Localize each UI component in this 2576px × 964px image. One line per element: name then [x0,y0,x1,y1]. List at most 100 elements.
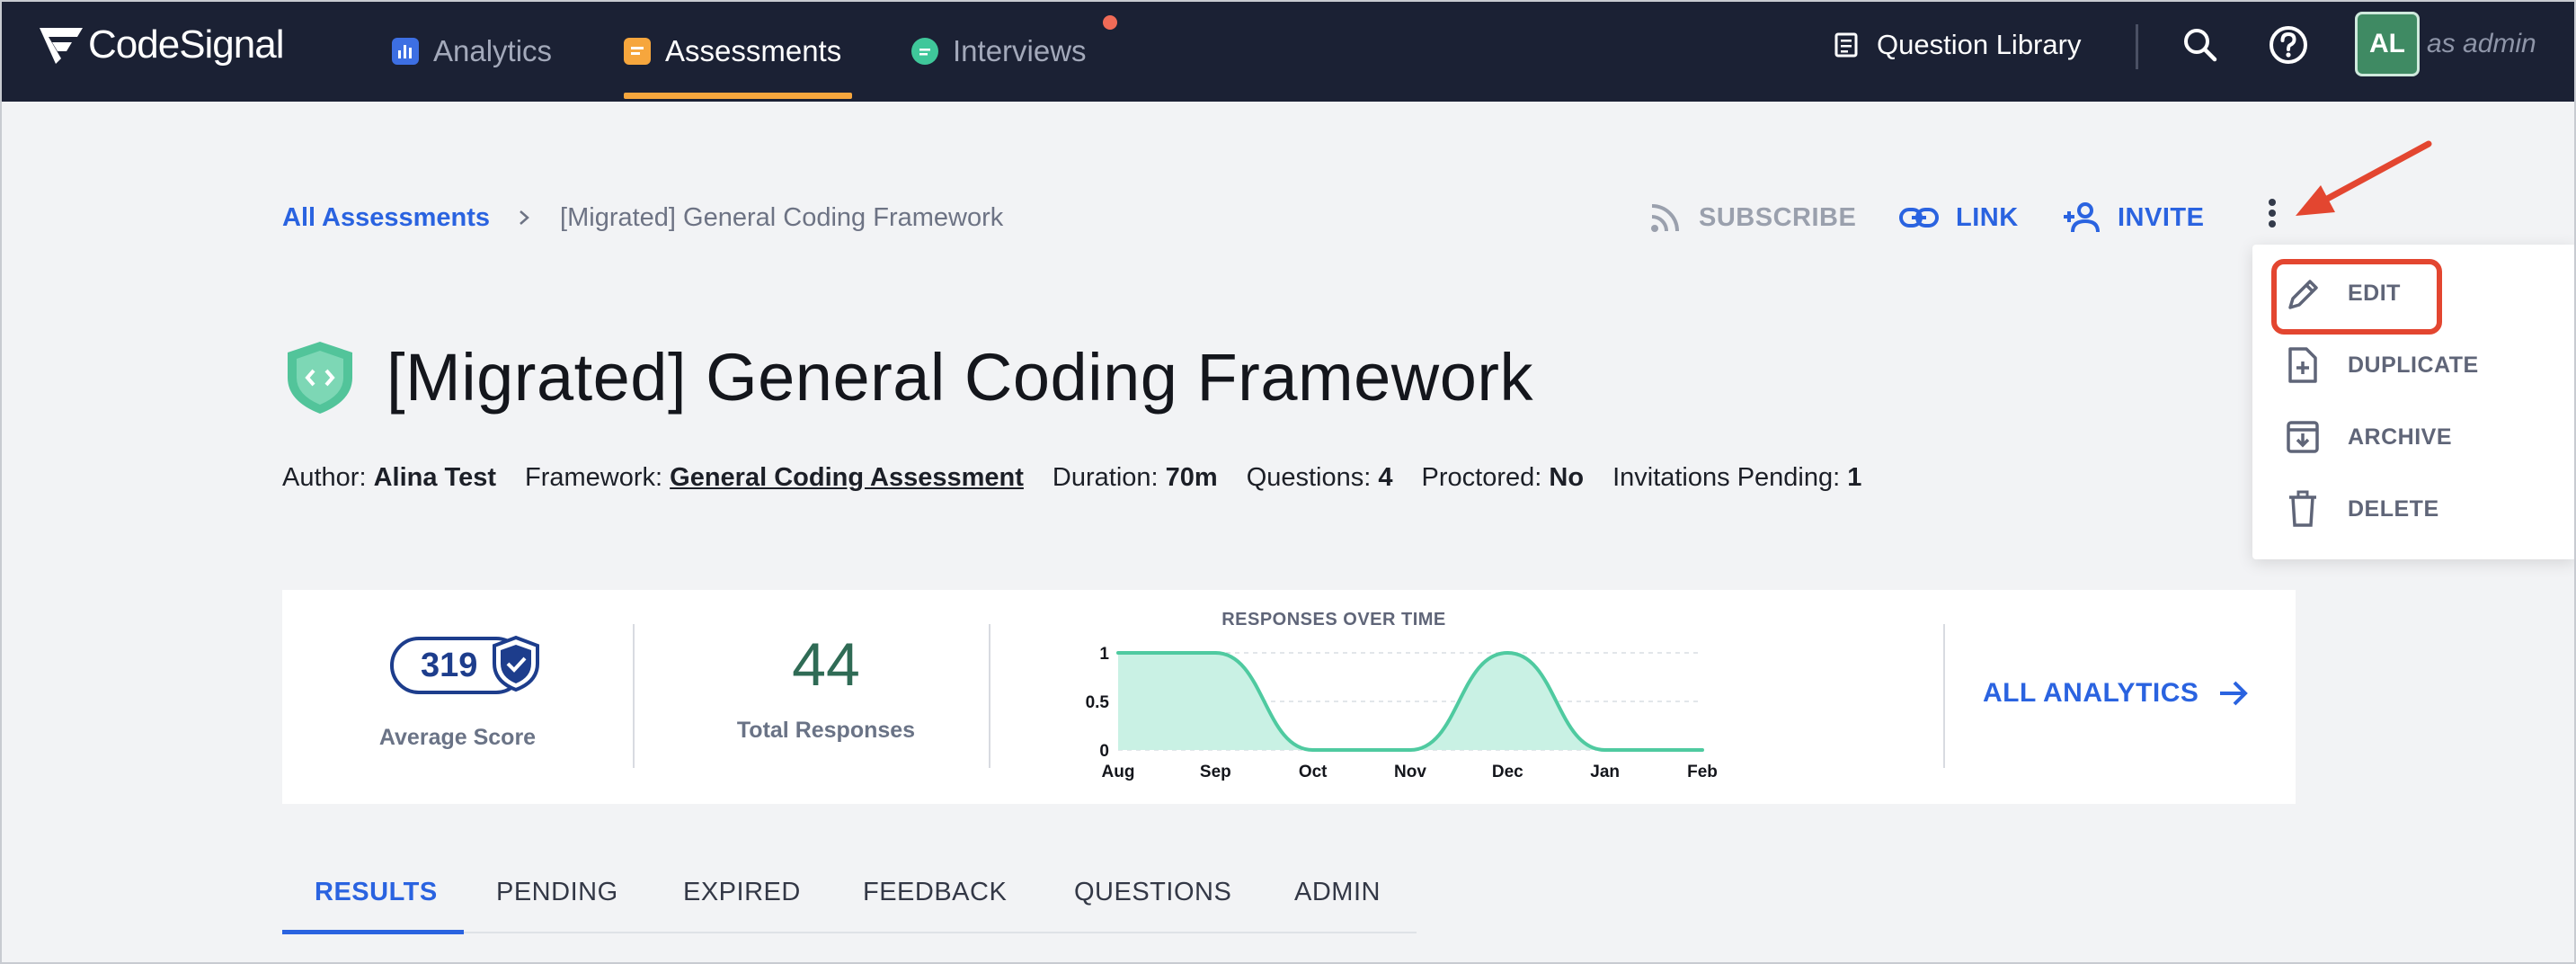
tab-feedback[interactable]: FEEDBACK [863,878,1007,923]
menu-item-delete-label: DELETE [2348,495,2439,522]
framework-link[interactable]: General Coding Assessment [670,463,1024,492]
search-icon[interactable] [2179,23,2222,67]
link-label: LINK [1956,202,2019,232]
meta-author: Author: Alina Test [282,463,496,493]
question-library-label: Question Library [1877,29,2082,60]
chart-data-point [1701,748,1704,752]
assessment-meta: Author: Alina Test Framework: General Co… [282,459,1890,496]
menu-item-duplicate[interactable]: DUPLICATE [2285,338,2479,392]
add-user-icon [2064,202,2100,233]
stats-divider [1943,624,1945,768]
nav-analytics[interactable]: Analytics [392,0,552,102]
responses-over-time-chart: 0 0.5 1 Aug Sep Oct Nov Dec Jan Feb [1086,645,1718,781]
meta-proctored-label: Proctored: [1421,462,1542,492]
results-tabs: RESULTS PENDING EXPIRED FEEDBACK QUESTIO… [282,870,1417,934]
chart-title: RESPONSES OVER TIME [1221,610,1446,629]
meta-pending-label: Invitations Pending: [1612,462,1841,492]
tab-pending[interactable]: PENDING [496,878,618,923]
meta-duration: Duration: 70m [1053,463,1218,493]
nav-assessments-label: Assessments [665,33,842,67]
subscribe-button[interactable]: SUBSCRIBE [1648,196,1856,239]
meta-proctored: Proctored: No [1422,463,1585,493]
meta-author-label: Author: [282,462,367,492]
nav-interviews[interactable]: Interviews [911,0,1087,102]
logo-text: CodeSignal [88,22,284,67]
meta-pending-value: 1 [1847,462,1862,492]
tab-expired[interactable]: EXPIRED [683,878,801,923]
x-tick-label: Nov [1394,763,1426,781]
top-navigation-bar: CodeSignal Analytics Assessments Intervi… [0,0,2576,102]
stats-divider [989,624,990,768]
tab-results[interactable]: RESULTS [315,878,438,923]
nav-interviews-label: Interviews [953,33,1087,67]
link-icon [1899,208,1939,228]
meta-questions: Questions: 4 [1247,463,1393,493]
y-tick-label: 1 [1099,645,1109,664]
all-analytics-link[interactable]: ALL ANALYTICS [1983,671,2249,716]
meta-questions-value: 4 [1378,462,1393,492]
file-plus-icon [2288,347,2317,383]
help-icon[interactable] [2267,23,2310,67]
y-tick-label: 0 [1099,742,1109,761]
x-tick-label: Feb [1687,763,1718,781]
x-tick-label: Jan [1590,763,1620,781]
bar-chart-icon [392,37,419,65]
menu-item-delete[interactable]: DELETE [2285,482,2439,536]
invite-button[interactable]: INVITE [2062,196,2204,239]
question-library-link[interactable]: Question Library [1834,0,2081,90]
user-avatar[interactable]: AL [2355,12,2420,76]
chart-data-point [1310,748,1315,752]
more-options-icon[interactable] [2263,196,2281,232]
subscribe-label: SUBSCRIBE [1699,202,1857,232]
link-button[interactable]: LINK [1898,196,2019,239]
nav-divider [2136,24,2138,69]
verified-shield-icon [493,635,539,692]
archive-icon [2287,421,2319,453]
nav-assessments[interactable]: Assessments [624,0,841,102]
shield-code-icon [288,342,352,414]
meta-questions-label: Questions: [1246,462,1372,492]
annotation-arrow-icon [2296,140,2432,216]
rss-icon [1651,204,1679,232]
menu-item-archive[interactable]: ARCHIVE [2285,410,2452,464]
chart-data-point [1603,748,1607,752]
breadcrumb: All Assessments [Migrated] General Codin… [282,200,1003,236]
breadcrumb-all-assessments[interactable]: All Assessments [282,203,490,233]
tab-admin[interactable]: ADMIN [1294,878,1381,923]
tab-questions[interactable]: QUESTIONS [1074,878,1231,923]
arrow-right-icon [2220,681,2249,706]
average-score-label: Average Score [378,725,537,750]
nav-analytics-label: Analytics [433,33,553,67]
total-responses-value: 44 [792,630,860,699]
assessment-icon [624,37,651,65]
all-analytics-label: ALL ANALYTICS [1983,678,2199,708]
meta-duration-label: Duration: [1052,462,1159,492]
book-icon [1834,32,1858,58]
x-tick-label: Oct [1299,763,1328,781]
stats-card: 319 Average Score 44 Total Responses RES… [282,590,2296,804]
menu-item-duplicate-label: DUPLICATE [2348,352,2479,378]
role-label: as admin [2427,29,2536,58]
notification-dot [1103,15,1117,30]
breadcrumb-current: [Migrated] General Coding Framework [560,202,1004,232]
total-responses-label: Total Responses [736,718,916,743]
codesignal-logo[interactable]: CodeSignal [36,18,284,72]
meta-duration-value: 70m [1165,462,1218,492]
chevron-right-icon [520,210,529,225]
page-title: [Migrated] General Coding Framework [386,339,1534,415]
active-tab-underline [624,93,852,99]
chart-data-point [1213,651,1218,655]
meta-invitations-pending: Invitations Pending: 1 [1612,463,1861,493]
chart-data-point [1408,748,1412,752]
trash-icon [2289,490,2316,527]
codesignal-logo-icon [40,28,83,64]
edit-highlight-annotation [2271,259,2442,335]
x-tick-label: Aug [1102,763,1135,781]
meta-proctored-value: No [1549,462,1585,492]
meta-framework: Framework: General Coding Assessment [525,463,1024,493]
y-tick-label: 0.5 [1086,693,1110,712]
chart-data-point [1506,651,1510,655]
tab-active-indicator [282,930,464,934]
chat-bubble-icon [911,37,938,65]
meta-author-value: Alina Test [373,462,496,492]
